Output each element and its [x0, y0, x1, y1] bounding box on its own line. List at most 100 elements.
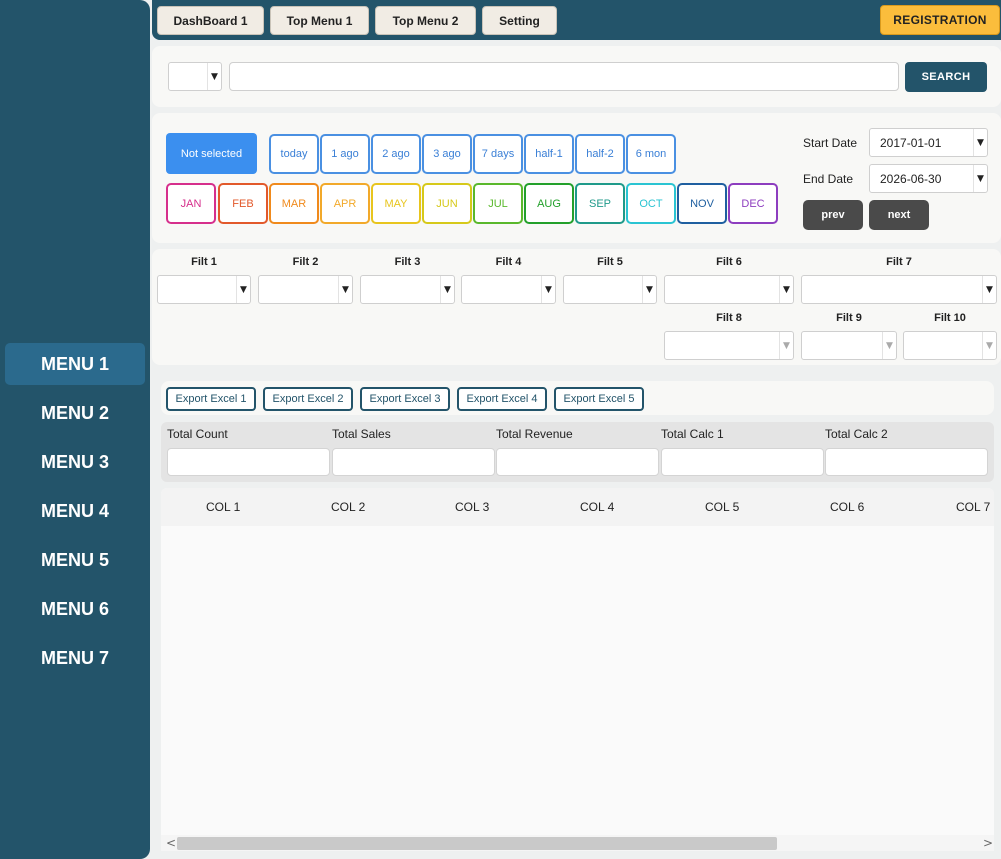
total-sales-value — [332, 448, 495, 476]
total-revenue-label: Total Revenue — [496, 427, 573, 441]
month-may-button[interactable]: MAY — [371, 183, 421, 224]
search-input[interactable] — [229, 62, 899, 91]
export-excel-1-button[interactable]: Export Excel 1 — [166, 387, 256, 411]
range-6-mon-button[interactable]: 6 mon — [626, 134, 676, 174]
sidebar-item-menu-2[interactable]: MENU 2 — [5, 392, 145, 434]
filter-1-label: Filt 1 — [191, 256, 217, 268]
range-7-days-button[interactable]: 7 days — [473, 134, 523, 174]
filter-4-label: Filt 4 — [495, 256, 522, 268]
month-apr-button[interactable]: APR — [320, 183, 370, 224]
month-nov-button[interactable]: NOV — [677, 183, 727, 224]
data-table — [161, 488, 994, 850]
chevron-down-icon: ▼ — [440, 276, 454, 303]
scroll-right-icon[interactable]: > — [983, 836, 993, 850]
range-half-2-button[interactable]: half-2 — [575, 134, 625, 174]
range-half-1-button[interactable]: half-1 — [524, 134, 574, 174]
column-header-3[interactable]: COL 3 — [455, 500, 489, 514]
filter-10-label: Filt 10 — [934, 312, 966, 324]
range-3-ago-button[interactable]: 3 ago — [422, 134, 472, 174]
filter-6-label: Filt 6 — [716, 256, 742, 268]
sidebar-item-menu-1[interactable]: MENU 1 — [5, 343, 145, 385]
start-date-select[interactable]: 2017-01-01 ▼ — [869, 128, 988, 157]
export-excel-3-button[interactable]: Export Excel 3 — [360, 387, 450, 411]
filter-3-select[interactable]: ▼ — [360, 275, 455, 304]
filter-4-select[interactable]: ▼ — [461, 275, 556, 304]
chevron-down-icon: ▼ — [882, 332, 896, 359]
scrollbar-thumb[interactable] — [177, 837, 777, 850]
filter-5-label: Filt 5 — [597, 256, 623, 268]
chevron-down-icon: ▼ — [642, 276, 656, 303]
start-date-label: Start Date — [803, 136, 858, 150]
filter-6-select[interactable]: ▼ — [664, 275, 794, 304]
column-header-6[interactable]: COL 6 — [830, 500, 864, 514]
filter-9-label: Filt 9 — [836, 312, 862, 324]
column-header-7[interactable]: COL 7 — [956, 500, 990, 514]
column-header-5[interactable]: COL 5 — [705, 500, 739, 514]
registration-button[interactable]: REGISTRATION — [880, 5, 1000, 35]
end-date-select[interactable]: 2026-06-30 ▼ — [869, 164, 988, 193]
sidebar-item-menu-5[interactable]: MENU 5 — [5, 539, 145, 581]
month-sep-button[interactable]: SEP — [575, 183, 625, 224]
total-calc-1-label: Total Calc 1 — [661, 427, 724, 441]
column-header-2[interactable]: COL 2 — [331, 500, 365, 514]
column-header-1[interactable]: COL 1 — [206, 500, 240, 514]
not-selected-button[interactable]: Not selected — [166, 133, 257, 174]
prev-button[interactable]: prev — [803, 200, 863, 230]
filter-8-select[interactable]: ▼ — [664, 331, 794, 360]
export-excel-2-button[interactable]: Export Excel 2 — [263, 387, 353, 411]
scroll-left-icon[interactable]: < — [166, 836, 176, 850]
sidebar: MENU 1 MENU 2 MENU 3 MENU 4 MENU 5 MENU … — [0, 0, 150, 859]
filter-7-select[interactable]: ▼ — [801, 275, 997, 304]
chevron-down-icon: ▼ — [973, 165, 987, 192]
chevron-down-icon: ▼ — [541, 276, 555, 303]
tab-top-menu-2[interactable]: Top Menu 2 — [375, 6, 476, 35]
total-count-value — [167, 448, 330, 476]
month-jan-button[interactable]: JAN — [166, 183, 216, 224]
filter-1-select[interactable]: ▼ — [157, 275, 251, 304]
end-date-value: 2026-06-30 — [880, 171, 942, 186]
start-date-value: 2017-01-01 — [880, 135, 942, 150]
filter-9-select[interactable]: ▼ — [801, 331, 897, 360]
range-today-button[interactable]: today — [269, 134, 319, 174]
table-header — [161, 488, 994, 526]
top-bar: DashBoard 1 Top Menu 1 Top Menu 2 Settin… — [152, 0, 1001, 40]
next-button[interactable]: next — [869, 200, 929, 230]
month-feb-button[interactable]: FEB — [218, 183, 268, 224]
export-excel-5-button[interactable]: Export Excel 5 — [554, 387, 644, 411]
chevron-down-icon: ▼ — [982, 276, 996, 303]
total-sales-label: Total Sales — [332, 427, 391, 441]
filter-5-select[interactable]: ▼ — [563, 275, 657, 304]
chevron-down-icon: ▼ — [779, 276, 793, 303]
month-oct-button[interactable]: OCT — [626, 183, 676, 224]
range-1-ago-button[interactable]: 1 ago — [320, 134, 370, 174]
sidebar-item-menu-3[interactable]: MENU 3 — [5, 441, 145, 483]
chevron-down-icon: ▼ — [982, 332, 996, 359]
tab-top-menu-1[interactable]: Top Menu 1 — [270, 6, 369, 35]
tab-dashboard-1[interactable]: DashBoard 1 — [157, 6, 264, 35]
filter-2-select[interactable]: ▼ — [258, 275, 353, 304]
filter-7-label: Filt 7 — [886, 256, 912, 268]
month-mar-button[interactable]: MAR — [269, 183, 319, 224]
total-count-label: Total Count — [167, 427, 228, 441]
chevron-down-icon: ▼ — [779, 332, 793, 359]
total-calc-2-value — [825, 448, 988, 476]
chevron-down-icon: ▼ — [973, 129, 987, 156]
tab-setting[interactable]: Setting — [482, 6, 557, 35]
column-header-4[interactable]: COL 4 — [580, 500, 614, 514]
month-aug-button[interactable]: AUG — [524, 183, 574, 224]
month-dec-button[interactable]: DEC — [728, 183, 778, 224]
month-jul-button[interactable]: JUL — [473, 183, 523, 224]
sidebar-item-menu-7[interactable]: MENU 7 — [5, 637, 145, 679]
sidebar-item-menu-6[interactable]: MENU 6 — [5, 588, 145, 630]
chevron-down-icon: ▼ — [207, 63, 221, 90]
filter-8-label: Filt 8 — [716, 312, 742, 324]
range-2-ago-button[interactable]: 2 ago — [371, 134, 421, 174]
filter-2-label: Filt 2 — [292, 256, 319, 268]
search-button[interactable]: SEARCH — [905, 62, 987, 92]
month-jun-button[interactable]: JUN — [422, 183, 472, 224]
search-type-select[interactable]: ▼ — [168, 62, 222, 91]
filter-10-select[interactable]: ▼ — [903, 331, 997, 360]
export-excel-4-button[interactable]: Export Excel 4 — [457, 387, 547, 411]
chevron-down-icon: ▼ — [338, 276, 352, 303]
sidebar-item-menu-4[interactable]: MENU 4 — [5, 490, 145, 532]
